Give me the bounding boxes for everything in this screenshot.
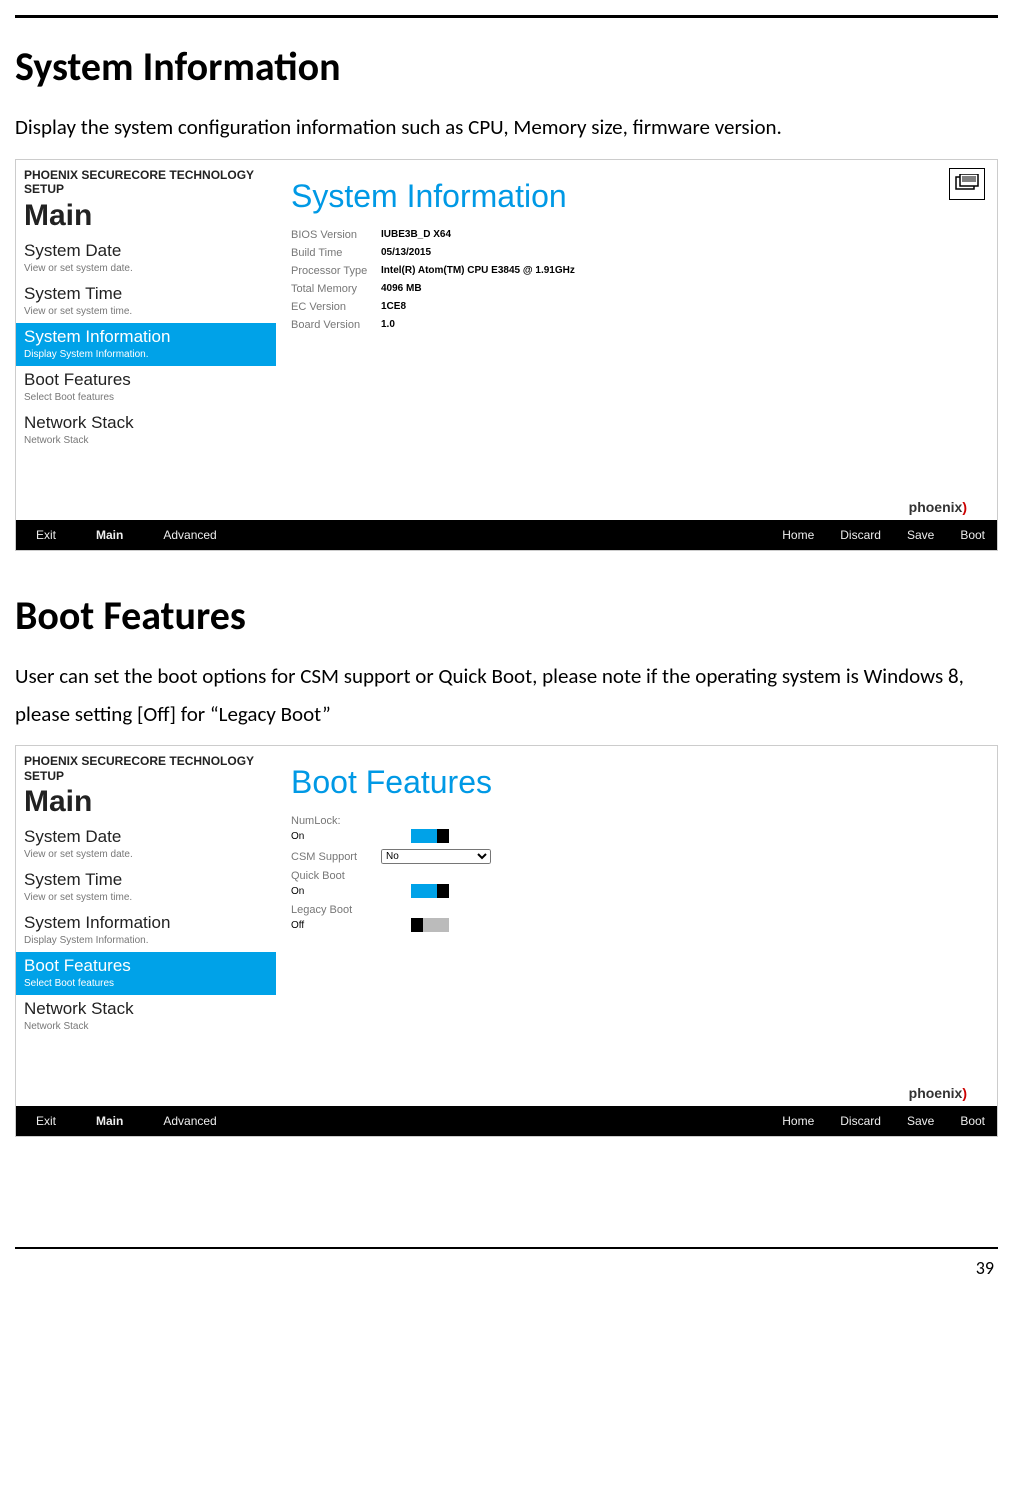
nav-main[interactable]: Main [96,528,123,542]
nav-boot-2[interactable]: Boot [960,1114,985,1128]
section-heading-sysinfo: System Information [15,42,998,91]
sidebar-item-system-information-2[interactable]: System InformationDisplay System Informa… [16,909,276,952]
sidebar-item-boot-features[interactable]: Boot FeaturesSelect Boot features [16,366,276,409]
nav-main-2[interactable]: Main [96,1114,123,1128]
nav-boot[interactable]: Boot [960,528,985,542]
nav-save-2[interactable]: Save [907,1114,934,1128]
numlock-toggle[interactable] [411,829,449,843]
page-number: 39 [15,1257,994,1279]
sysinfo-description: Display the system configuration informa… [15,109,998,147]
content-title-boot: Boot Features [291,746,997,809]
section-heading-boot: Boot Features [15,591,998,640]
bottom-border [15,1247,998,1249]
bios-brand-2: PHOENIX SECURECORE TECHNOLOGY SETUP [16,746,276,785]
sidebar-item-boot-features-2[interactable]: Boot FeaturesSelect Boot features [16,952,276,995]
sidebar-item-system-date-2[interactable]: System DateView or set system date. [16,823,276,866]
nav-advanced-2[interactable]: Advanced [163,1114,216,1128]
row-processor-type: Processor TypeIntel(R) Atom(TM) CPU E384… [291,265,997,277]
nav-home[interactable]: Home [782,528,814,542]
row-legacy-boot: Legacy Boot Off [291,904,997,932]
nav-save[interactable]: Save [907,528,934,542]
numlock-value: On [291,831,371,842]
row-quick-boot: Quick Boot On [291,870,997,898]
nav-discard[interactable]: Discard [840,528,881,542]
phoenix-logo: phoenix) [909,499,967,515]
nav-discard-2[interactable]: Discard [840,1114,881,1128]
sidebar-item-network-stack[interactable]: Network StackNetwork Stack [16,409,276,452]
row-build-time: Build Time05/13/2015 [291,247,997,259]
csm-select[interactable]: No [381,849,491,864]
legacyboot-toggle[interactable] [411,918,449,932]
sidebar-item-system-time-2[interactable]: System TimeView or set system time. [16,866,276,909]
sidebar-item-system-date[interactable]: System DateView or set system date. [16,237,276,280]
top-border [15,15,998,18]
boot-description: User can set the boot options for CSM su… [15,658,998,734]
bios-sidebar-head-2: Main [16,785,276,823]
sidebar-item-system-information[interactable]: System InformationDisplay System Informa… [16,323,276,366]
nav-home-2[interactable]: Home [782,1114,814,1128]
nav-advanced[interactable]: Advanced [163,528,216,542]
row-ec-version: EC Version1CE8 [291,301,997,313]
content-title: System Information [291,160,997,223]
row-bios-version: BIOS VersionIUBE3B_D X64 [291,229,997,241]
row-numlock: NumLock: On [291,815,997,843]
sidebar-item-system-time[interactable]: System TimeView or set system time. [16,280,276,323]
boot-screenshot: PHOENIX SECURECORE TECHNOLOGY SETUP Main… [15,745,998,1137]
sysinfo-screenshot: PHOENIX SECURECORE TECHNOLOGY SETUP Main… [15,159,998,551]
quickboot-value: On [291,886,371,897]
nav-exit-2[interactable]: Exit [36,1114,56,1128]
row-csm-support: CSM Support No [291,849,997,864]
row-total-memory: Total Memory4096 MB [291,283,997,295]
bios-sidebar-2: PHOENIX SECURECORE TECHNOLOGY SETUP Main… [16,746,276,1101]
bios-brand: PHOENIX SECURECORE TECHNOLOGY SETUP [16,160,276,199]
quickboot-toggle[interactable] [411,884,449,898]
nav-exit[interactable]: Exit [36,528,56,542]
sysinfo-content: System Information BIOS VersionIUBE3B_D … [291,160,997,515]
sidebar-item-network-stack-2[interactable]: Network StackNetwork Stack [16,995,276,1038]
bios-bottom-bar: Exit Main Advanced Home Discard Save Boo… [16,520,997,550]
bios-sidebar-head: Main [16,199,276,237]
screen-icon [949,168,985,200]
row-board-version: Board Version1.0 [291,319,997,331]
legacyboot-value: Off [291,920,371,931]
boot-content: Boot Features NumLock: On CSM Support No… [291,746,997,1101]
bios-sidebar: PHOENIX SECURECORE TECHNOLOGY SETUP Main… [16,160,276,515]
phoenix-logo-2: phoenix) [909,1085,967,1101]
bios-bottom-bar-2: Exit Main Advanced Home Discard Save Boo… [16,1106,997,1136]
